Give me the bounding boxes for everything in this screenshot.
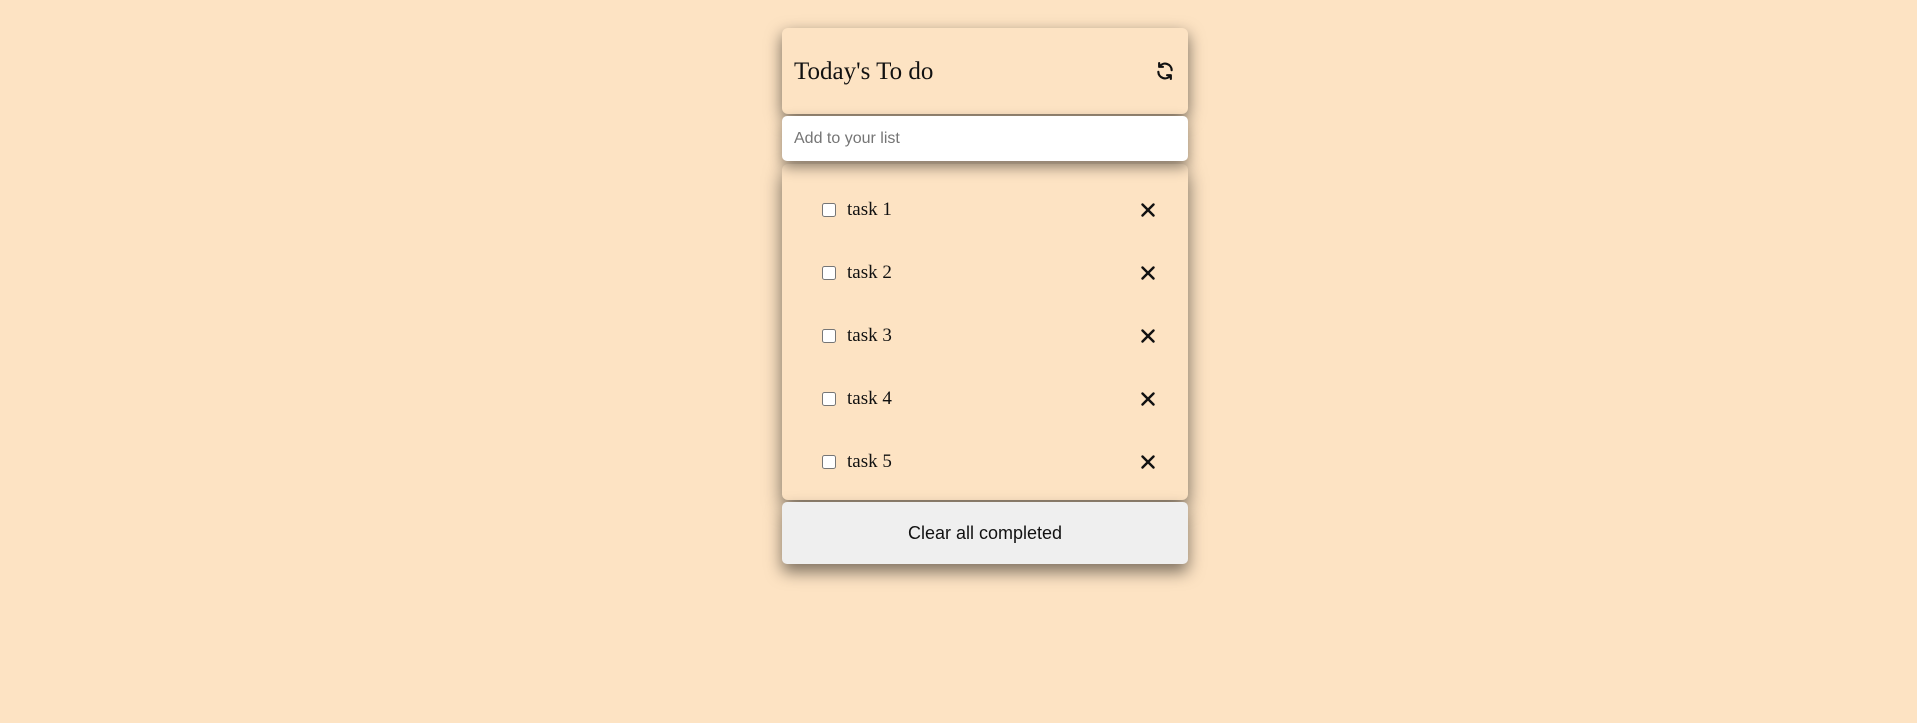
close-icon[interactable]: [1140, 391, 1156, 407]
task-label: task 1: [847, 198, 892, 220]
add-task-input[interactable]: [782, 116, 1188, 161]
task-list: task 1 task 2 task 3 task 4 task 5: [782, 164, 1188, 500]
list-item: task 2: [782, 241, 1188, 304]
list-item: task 1: [782, 178, 1188, 241]
todo-header: Today's To do: [782, 28, 1188, 114]
close-icon[interactable]: [1140, 454, 1156, 470]
task-checkbox[interactable]: [822, 265, 836, 280]
todo-app: Today's To do task 1 task 2: [782, 28, 1188, 564]
task-checkbox[interactable]: [822, 328, 836, 343]
task-label: task 5: [847, 450, 892, 472]
task-label: task 2: [847, 261, 892, 283]
task-label: task 4: [847, 387, 892, 409]
list-item: task 4: [782, 367, 1188, 430]
clear-completed-button[interactable]: Clear all completed: [782, 502, 1188, 564]
close-icon[interactable]: [1140, 265, 1156, 281]
task-label: task 3: [847, 324, 892, 346]
refresh-icon[interactable]: [1154, 60, 1176, 82]
list-item: task 3: [782, 304, 1188, 367]
close-icon[interactable]: [1140, 202, 1156, 218]
task-checkbox[interactable]: [822, 454, 836, 469]
task-checkbox[interactable]: [822, 391, 836, 406]
list-item: task 5: [782, 430, 1188, 493]
add-input-wrapper: [782, 116, 1188, 161]
task-checkbox[interactable]: [822, 202, 836, 217]
page-title: Today's To do: [794, 58, 934, 85]
close-icon[interactable]: [1140, 328, 1156, 344]
